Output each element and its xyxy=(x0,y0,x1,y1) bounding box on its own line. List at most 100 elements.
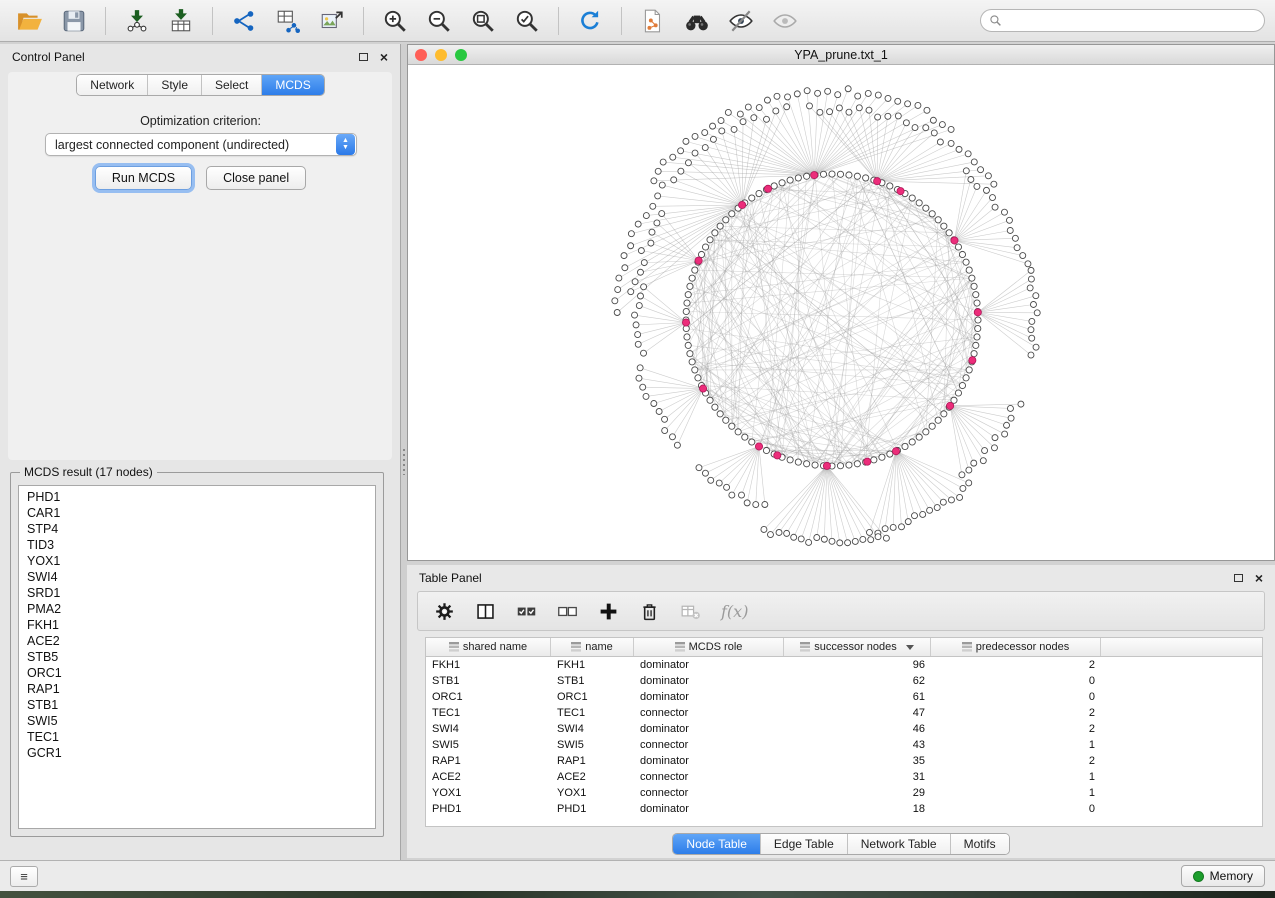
column-header-MCDS-role[interactable]: MCDS role xyxy=(634,638,784,656)
search-network-button[interactable] xyxy=(677,4,717,38)
global-search[interactable] xyxy=(980,9,1265,32)
unselect-all-icon[interactable] xyxy=(557,601,578,622)
table-row[interactable]: FKH1FKH1dominator962 xyxy=(426,657,1262,673)
memory-button[interactable]: Memory xyxy=(1181,865,1265,887)
close-panel-button[interactable]: Close panel xyxy=(206,166,306,190)
show-columns-icon[interactable] xyxy=(475,601,496,622)
table-row[interactable]: ORC1ORC1dominator610 xyxy=(426,689,1262,705)
table-row[interactable]: STB1STB1dominator620 xyxy=(426,673,1262,689)
node-table[interactable]: shared namenameMCDS rolesuccessor nodesp… xyxy=(425,637,1263,827)
result-node-item[interactable]: FKH1 xyxy=(19,617,375,633)
optimization-criterion-select[interactable]: largest connected component (undirected)… xyxy=(45,133,357,156)
column-header-shared-name[interactable]: shared name xyxy=(426,638,551,656)
save-session-button[interactable] xyxy=(54,4,94,38)
network-canvas[interactable] xyxy=(408,66,1274,560)
zoom-in-button[interactable] xyxy=(375,4,415,38)
table-row[interactable]: TEC1TEC1connector472 xyxy=(426,705,1262,721)
result-node-item[interactable]: STB5 xyxy=(19,649,375,665)
table-row[interactable]: RAP1RAP1dominator352 xyxy=(426,753,1262,769)
float-panel-icon[interactable] xyxy=(359,53,368,61)
search-input[interactable] xyxy=(1007,14,1256,28)
tab-mcds[interactable]: MCDS xyxy=(262,75,323,95)
export-image-button[interactable] xyxy=(312,4,352,38)
tab-edge-table[interactable]: Edge Table xyxy=(761,834,848,854)
document-share-icon xyxy=(640,8,666,34)
column-menu-chevron-icon[interactable] xyxy=(906,645,914,650)
toolbar-separator xyxy=(212,7,213,35)
import-network-icon xyxy=(124,8,150,34)
result-node-item[interactable]: ORC1 xyxy=(19,665,375,681)
window-close-icon[interactable] xyxy=(415,49,427,61)
tab-network[interactable]: Network xyxy=(77,75,148,95)
window-minimize-icon[interactable] xyxy=(435,49,447,61)
zoom-fit-button[interactable] xyxy=(463,4,503,38)
result-node-item[interactable]: SWI4 xyxy=(19,569,375,585)
table-cell: 61 xyxy=(784,691,931,703)
table-row[interactable]: ACE2ACE2connector311 xyxy=(426,769,1262,785)
sort-grid-icon xyxy=(675,642,685,652)
result-node-item[interactable]: CAR1 xyxy=(19,505,375,521)
table-cell: 46 xyxy=(784,723,931,735)
result-node-item[interactable]: PMA2 xyxy=(19,601,375,617)
zoom-selected-button[interactable] xyxy=(507,4,547,38)
publish-document-button[interactable] xyxy=(633,4,673,38)
network-from-table-button[interactable] xyxy=(268,4,308,38)
result-node-item[interactable]: RAP1 xyxy=(19,681,375,697)
node-table-body: FKH1FKH1dominator962STB1STB1dominator620… xyxy=(426,657,1262,817)
result-node-item[interactable]: SRD1 xyxy=(19,585,375,601)
close-table-panel-icon[interactable]: × xyxy=(1255,573,1263,583)
close-panel-icon[interactable]: × xyxy=(380,52,388,62)
window-zoom-icon[interactable] xyxy=(455,49,467,61)
result-node-item[interactable]: STP4 xyxy=(19,521,375,537)
add-column-icon[interactable] xyxy=(598,601,619,622)
column-header-successor-nodes[interactable]: successor nodes xyxy=(784,638,931,656)
apply-layout-button[interactable] xyxy=(570,4,610,38)
table-panel-tabs: Node TableEdge TableNetwork TableMotifs xyxy=(672,833,1009,855)
mcds-result-list[interactable]: PHD1CAR1STP4TID3YOX1SWI4SRD1PMA2FKH1ACE2… xyxy=(18,485,376,829)
result-node-item[interactable]: STB1 xyxy=(19,697,375,713)
tab-style[interactable]: Style xyxy=(148,75,202,95)
list-icon: ≡ xyxy=(20,869,28,884)
result-node-item[interactable]: ACE2 xyxy=(19,633,375,649)
table-settings-gear-icon[interactable] xyxy=(434,601,455,622)
result-node-item[interactable]: TID3 xyxy=(19,537,375,553)
column-header-name[interactable]: name xyxy=(551,638,634,656)
delete-column-trash-icon[interactable] xyxy=(639,601,660,622)
tab-select[interactable]: Select xyxy=(202,75,262,95)
table-row[interactable]: SWI4SWI4dominator462 xyxy=(426,721,1262,737)
import-network-button[interactable] xyxy=(117,4,157,38)
open-file-button[interactable] xyxy=(10,4,50,38)
column-header-predecessor-nodes[interactable]: predecessor nodes xyxy=(931,638,1101,656)
result-node-item[interactable]: SWI5 xyxy=(19,713,375,729)
result-node-item[interactable]: PHD1 xyxy=(19,489,375,505)
tab-motifs[interactable]: Motifs xyxy=(951,834,1009,854)
table-cell: YOX1 xyxy=(426,787,551,799)
table-cell: 1 xyxy=(931,739,1101,751)
result-node-item[interactable]: GCR1 xyxy=(19,745,375,761)
network-graph[interactable] xyxy=(408,66,1274,560)
hide-unselected-button[interactable] xyxy=(721,4,761,38)
run-mcds-button[interactable]: Run MCDS xyxy=(95,166,192,190)
import-table-button[interactable] xyxy=(161,4,201,38)
table-row[interactable]: YOX1YOX1connector291 xyxy=(426,785,1262,801)
table-cell: 0 xyxy=(931,675,1101,687)
float-table-panel-icon[interactable] xyxy=(1234,574,1243,582)
table-panel: Table Panel × f(x) shared namenameMCDS r… xyxy=(407,565,1275,858)
network-window-titlebar[interactable]: YPA_prune.txt_1 xyxy=(408,45,1274,65)
tab-network-table[interactable]: Network Table xyxy=(848,834,951,854)
result-node-item[interactable]: TEC1 xyxy=(19,729,375,745)
tab-node-table[interactable]: Node Table xyxy=(673,834,761,854)
zoom-out-button[interactable] xyxy=(419,4,459,38)
table-row[interactable]: SWI5SWI5connector431 xyxy=(426,737,1262,753)
select-all-icon[interactable] xyxy=(516,601,537,622)
table-cell: connector xyxy=(634,787,784,799)
node-table-header: shared namenameMCDS rolesuccessor nodesp… xyxy=(426,638,1262,657)
result-node-item[interactable]: YOX1 xyxy=(19,553,375,569)
ui-settings-button[interactable]: ≡ xyxy=(10,866,38,887)
table-cell: 2 xyxy=(931,723,1101,735)
new-network-button[interactable] xyxy=(224,4,264,38)
table-row[interactable]: PHD1PHD1dominator180 xyxy=(426,801,1262,817)
save-icon xyxy=(61,8,87,34)
eye-edit-icon xyxy=(728,8,754,34)
show-all-button[interactable] xyxy=(765,4,805,38)
